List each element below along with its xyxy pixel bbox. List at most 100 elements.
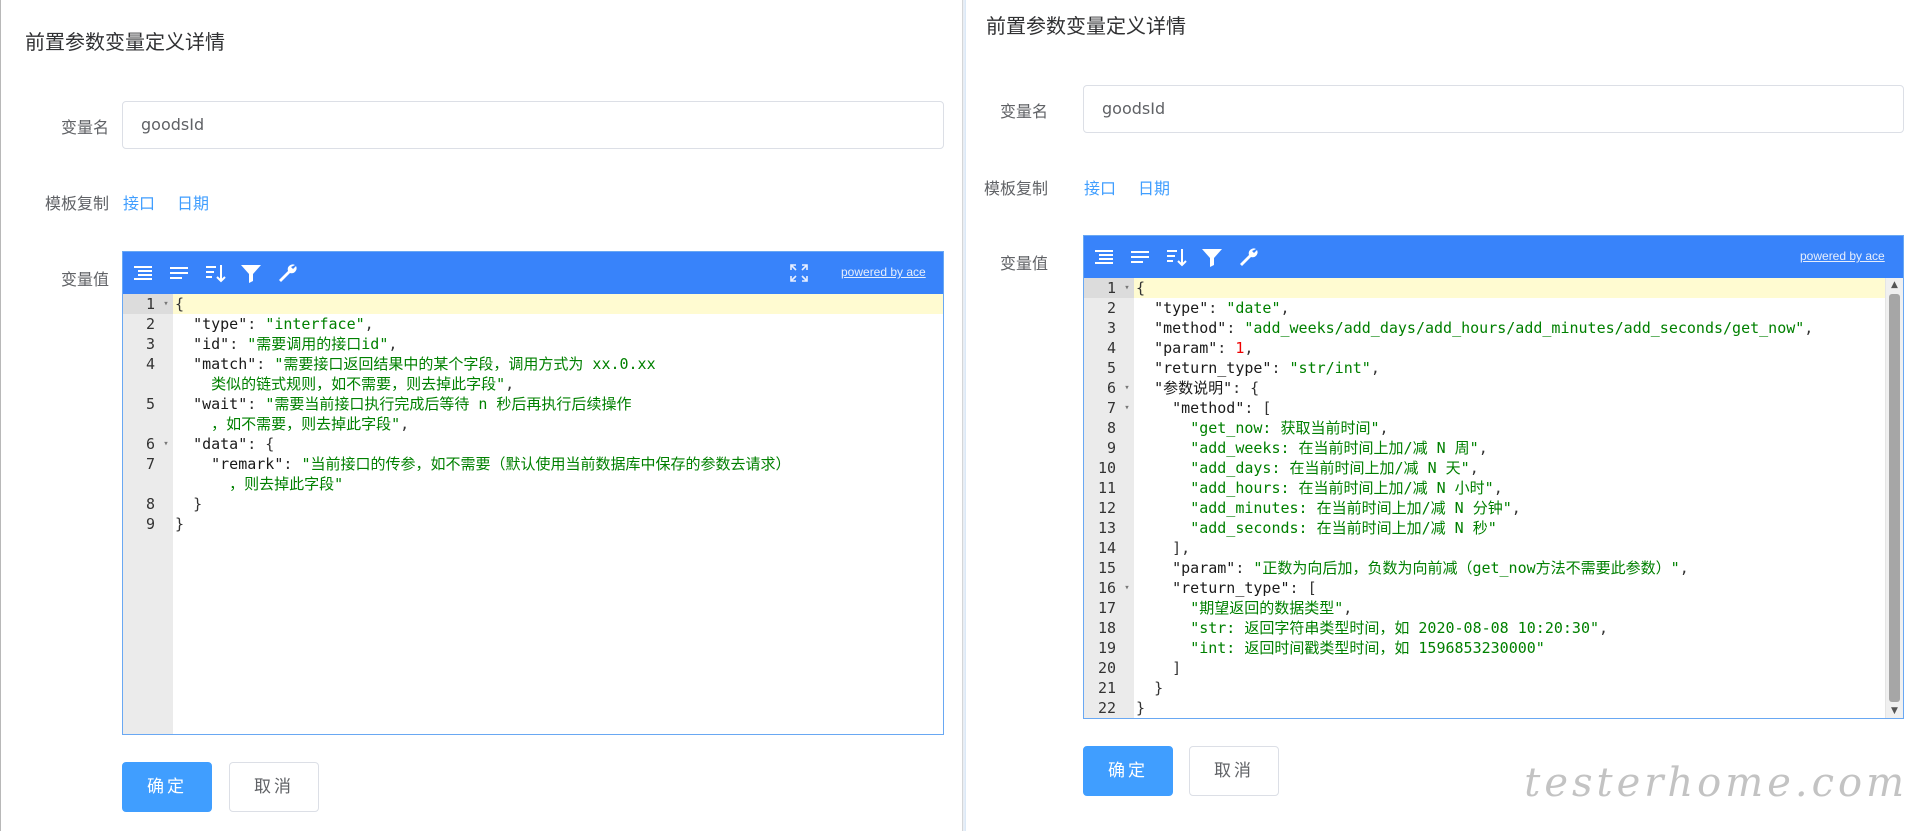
confirm-button[interactable]: 确定 <box>122 762 212 812</box>
code-line[interactable]: 1 ▾{ <box>1084 278 1903 298</box>
fold-toggle-icon[interactable]: ▾ <box>161 434 171 454</box>
fold-toggle-icon[interactable]: ▾ <box>1122 378 1132 398</box>
code-text: ，如不需要，则去掉此字段", <box>175 415 410 433</box>
line-number <box>123 414 173 434</box>
code-line[interactable]: 4 "param": 1, <box>1084 338 1903 358</box>
code-line[interactable]: ，则去掉此字段" <box>123 474 943 494</box>
fold-toggle-icon[interactable]: ▾ <box>161 294 171 314</box>
template-link-date[interactable]: 日期 <box>177 190 209 214</box>
template-link-interface[interactable]: 接口 <box>1084 175 1116 199</box>
filter-icon[interactable] <box>1200 245 1224 269</box>
code-line[interactable]: 12 "add_minutes: 在当前时间上加/减 N 分钟", <box>1084 498 1903 518</box>
code-line[interactable]: 2 "type": "interface", <box>123 314 943 334</box>
format-icon[interactable] <box>131 261 155 285</box>
compact-icon[interactable] <box>1128 245 1152 269</box>
code-line[interactable]: 19 "int: 返回时间戳类型时间，如 1596853230000" <box>1084 638 1903 658</box>
scroll-up-arrow-icon[interactable]: ▲ <box>1886 278 1903 292</box>
editor-toolbar: powered by ace <box>123 252 943 294</box>
code-text: "return_type": "str/int", <box>1154 359 1380 377</box>
var-value-label: 变量值 <box>60 270 109 289</box>
compact-icon[interactable] <box>167 261 191 285</box>
code-line[interactable]: 8 "get_now: 获取当前时间", <box>1084 418 1903 438</box>
code-line[interactable]: 5 "wait": "需要当前接口执行完成后等待 n 秒后再执行后续操作 <box>123 394 943 414</box>
code-line[interactable]: 4 "match": "需要接口返回结果中的某个字段，调用方式为 xx.0.xx <box>123 354 943 374</box>
code-text: "return_type": [ <box>1172 579 1317 597</box>
scroll-down-arrow-icon[interactable]: ▼ <box>1886 704 1903 718</box>
code-area[interactable]: 1 ▾{2 "type": "interface", 3 "id": "需要调用的接… <box>123 294 943 734</box>
code-area[interactable]: 1 ▾{2 "type": "date", 3 "method": "add_wee… <box>1084 278 1903 718</box>
code-text: "int: 返回时间戳类型时间，如 1596853230000" <box>1190 639 1545 657</box>
code-lines[interactable]: 1 ▾{2 "type": "date", 3 "method": "add_wee… <box>1084 278 1903 718</box>
code-line[interactable]: 21 } <box>1084 678 1903 698</box>
repair-wrench-icon[interactable] <box>1236 245 1260 269</box>
repair-wrench-icon[interactable] <box>275 261 299 285</box>
code-text: "type": "interface", <box>193 315 374 333</box>
powered-by-ace-link[interactable]: powered by ace <box>841 265 926 279</box>
code-line[interactable]: 3 "id": "需要调用的接口id", <box>123 334 943 354</box>
code-line[interactable]: 14 ], <box>1084 538 1903 558</box>
code-line[interactable]: 13 "add_seconds: 在当前时间上加/减 N 秒" <box>1084 518 1903 538</box>
template-link-date[interactable]: 日期 <box>1138 175 1170 199</box>
code-line[interactable]: 9 "add_weeks: 在当前时间上加/减 N 周", <box>1084 438 1903 458</box>
line-number: 14 <box>1097 539 1116 557</box>
code-line[interactable]: 22} <box>1084 698 1903 718</box>
code-text: "add_seconds: 在当前时间上加/减 N 秒" <box>1190 519 1497 537</box>
var-name-label: 变量名 <box>999 102 1048 121</box>
confirm-button[interactable]: 确定 <box>1083 746 1173 796</box>
cancel-button[interactable]: 取消 <box>1189 746 1279 796</box>
code-line[interactable]: 2 "type": "date", <box>1084 298 1903 318</box>
code-line[interactable]: 1 ▾{ <box>123 294 943 314</box>
format-icon[interactable] <box>1092 245 1116 269</box>
code-line[interactable]: 6 ▾ "data": { <box>123 434 943 454</box>
code-line[interactable]: 9} <box>123 514 943 534</box>
left-dialog: 前置参数变量定义详情 变量名 goodsId 模板复制 接口 日期 变量值 po… <box>0 0 962 831</box>
code-text: "add_minutes: 在当前时间上加/减 N 分钟", <box>1190 499 1521 517</box>
fold-toggle-icon[interactable]: ▾ <box>1122 578 1132 598</box>
code-line[interactable]: 15 "param": "正数为向后加，负数为向前减（get_now方法不需要此… <box>1084 558 1903 578</box>
code-line[interactable]: 11 "add_hours: 在当前时间上加/减 N 小时", <box>1084 478 1903 498</box>
code-line[interactable]: 10 "add_days: 在当前时间上加/减 N 天", <box>1084 458 1903 478</box>
code-line[interactable]: 17 "期望返回的数据类型", <box>1084 598 1903 618</box>
var-value-label: 变量值 <box>999 254 1048 273</box>
code-line[interactable]: 16 ▾ "return_type": [ <box>1084 578 1903 598</box>
code-line[interactable]: 18 "str: 返回字符串类型时间，如 2020-08-08 10:20:30… <box>1084 618 1903 638</box>
code-text: "参数说明": { <box>1154 379 1260 397</box>
sort-icon[interactable] <box>1164 245 1188 269</box>
vertical-scrollbar[interactable]: ▲ ▼ <box>1885 278 1903 718</box>
var-name-input[interactable]: goodsId <box>1083 85 1904 133</box>
code-lines[interactable]: 1 ▾{2 "type": "interface", 3 "id": "需要调用的接… <box>123 294 943 534</box>
code-line[interactable]: 20 ] <box>1084 658 1903 678</box>
code-line[interactable]: 7 ▾ "method": [ <box>1084 398 1903 418</box>
line-number: 5 <box>145 395 155 413</box>
line-number: 9 <box>145 515 155 533</box>
code-text: "期望返回的数据类型", <box>1190 599 1353 617</box>
code-line[interactable]: 3 "method": "add_weeks/add_days/add_hour… <box>1084 318 1903 338</box>
code-text: "add_days: 在当前时间上加/减 N 天", <box>1190 459 1479 477</box>
line-number: 12 <box>1097 499 1116 517</box>
code-text: "add_weeks: 在当前时间上加/减 N 周", <box>1190 439 1488 457</box>
scrollbar-thumb[interactable] <box>1889 294 1900 702</box>
powered-by-ace-link[interactable]: powered by ace <box>1800 249 1885 263</box>
line-number: 22 <box>1097 699 1116 717</box>
code-text: "param": 1, <box>1154 339 1254 357</box>
fold-toggle-icon[interactable]: ▾ <box>1122 278 1132 298</box>
fullscreen-icon[interactable] <box>787 261 811 285</box>
code-text: "match": "需要接口返回结果中的某个字段，调用方式为 xx.0.xx <box>193 355 656 373</box>
json-editor[interactable]: powered by ace 1 ▾{2 "type": "interface",… <box>122 251 944 735</box>
code-line[interactable]: ，如不需要，则去掉此字段", <box>123 414 943 434</box>
filter-icon[interactable] <box>239 261 263 285</box>
json-editor[interactable]: powered by ace 1 ▾{2 "type": "date", 3 "me… <box>1083 235 1904 719</box>
sort-icon[interactable] <box>203 261 227 285</box>
code-text: "method": "add_weeks/add_days/add_hours/… <box>1154 319 1814 337</box>
code-line[interactable]: 5 "return_type": "str/int", <box>1084 358 1903 378</box>
code-text: "param": "正数为向后加，负数为向前减（get_now方法不需要此参数）… <box>1172 559 1689 577</box>
code-line[interactable]: 7 "remark": "当前接口的传参，如不需要（默认使用当前数据库中保存的参… <box>123 454 943 474</box>
template-link-interface[interactable]: 接口 <box>123 190 155 214</box>
code-text: "type": "date", <box>1154 299 1290 317</box>
code-line[interactable]: 8 } <box>123 494 943 514</box>
cancel-button[interactable]: 取消 <box>229 762 319 812</box>
code-line[interactable]: 6 ▾ "参数说明": { <box>1084 378 1903 398</box>
code-line[interactable]: 类似的链式规则，如不需要，则去掉此字段", <box>123 374 943 394</box>
fold-toggle-icon[interactable]: ▾ <box>1122 398 1132 418</box>
var-name-input[interactable]: goodsId <box>122 101 944 149</box>
